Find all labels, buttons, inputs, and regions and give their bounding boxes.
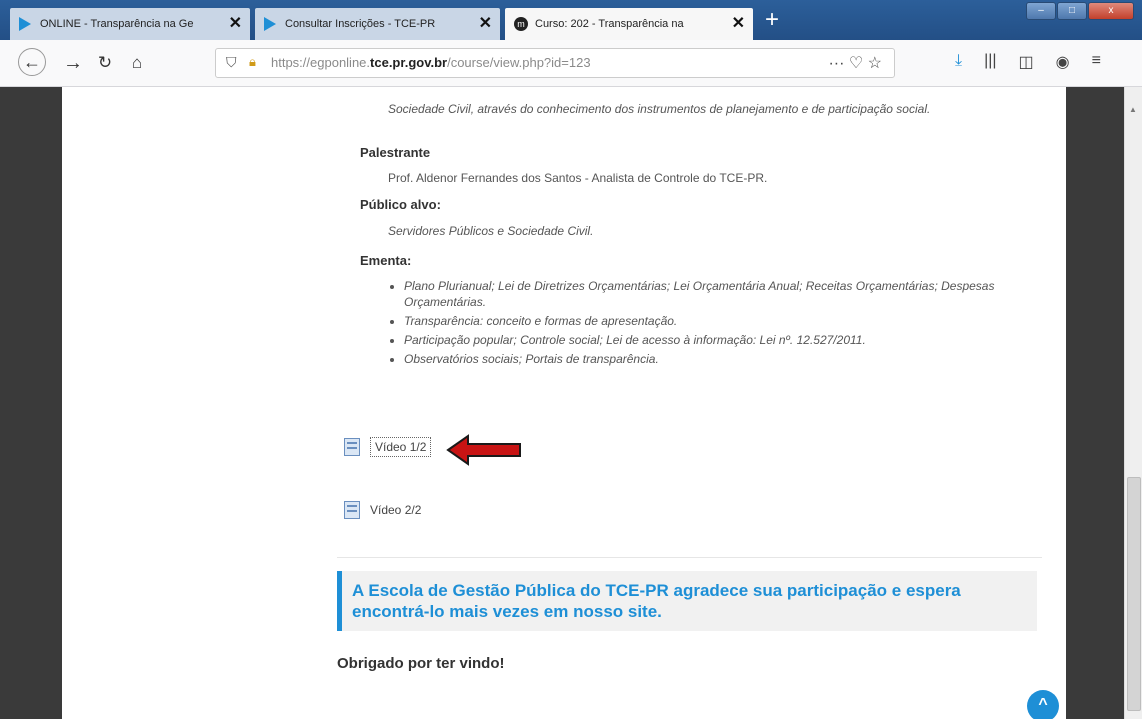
reload-icon[interactable]: ↻ [92, 50, 118, 76]
lock-icon[interactable]: 🔒︎ [249, 54, 256, 70]
moodle-favicon-icon: m [514, 17, 528, 31]
red-arrow-annotation-icon [446, 434, 521, 466]
library-icon[interactable]: ||| [984, 52, 996, 72]
tce-favicon-icon [19, 17, 31, 31]
section-divider [337, 557, 1042, 558]
tab-curso-202[interactable]: m Curso: 202 - Transparência na ✕ [505, 8, 753, 40]
tab-label: ONLINE - Transparência na Ge [40, 18, 194, 30]
tracking-shield-icon[interactable]: ⛉ [226, 54, 237, 71]
tab-label: Consultar Inscrições - TCE-PR [285, 18, 436, 30]
course-page: Sociedade Civil, através do conhecimento… [62, 87, 1066, 719]
course-description: Sociedade Civil, através do conhecimento… [388, 102, 931, 116]
page-gutter-right [1066, 87, 1124, 719]
publico-alvo-text: Servidores Públicos e Sociedade Civil. [388, 224, 594, 238]
ementa-list: Plano Plurianual; Lei de Diretrizes Orça… [388, 278, 1004, 370]
palestrante-text: Prof. Aldenor Fernandes dos Santos - Ana… [388, 171, 768, 185]
resource-video-1[interactable]: Vídeo 1/2 [344, 437, 432, 457]
list-item: Transparência: conceito e formas de apre… [404, 313, 1004, 329]
publico-alvo-heading: Público alvo: [360, 197, 441, 212]
close-icon[interactable]: ✕ [229, 8, 242, 40]
page-actions-icon[interactable]: ··· ♡ ☆ [828, 53, 882, 73]
tab-label: Curso: 202 - Transparência na [535, 18, 684, 30]
window-controls: – □ x [1025, 2, 1134, 20]
back-arrow-icon[interactable]: ← [18, 48, 46, 76]
download-icon[interactable]: ⤓ [955, 52, 962, 72]
resource-link-video-2[interactable]: Vídeo 2/2 [370, 503, 421, 517]
file-icon [344, 438, 360, 456]
tce-favicon-icon [264, 17, 276, 31]
url-text[interactable]: https://egponline.tce.pr.gov.br/course/v… [271, 55, 591, 70]
vertical-scrollbar[interactable]: ▲ [1124, 87, 1142, 719]
back-to-top-button[interactable]: ^ [1027, 690, 1059, 719]
tab-online-transparencia[interactable]: ONLINE - Transparência na Ge ✕ [10, 8, 250, 40]
forward-arrow-icon[interactable]: → [60, 50, 86, 76]
close-icon[interactable]: ✕ [479, 8, 492, 40]
tab-consultar-inscricoes[interactable]: Consultar Inscrições - TCE-PR ✕ [255, 8, 500, 40]
close-icon[interactable]: ✕ [732, 8, 745, 40]
scrollbar-thumb[interactable] [1127, 477, 1141, 711]
toolbar-icons: ⤓ ||| ◫ ◉ ≡ [955, 52, 1101, 72]
account-icon[interactable]: ◉ [1056, 52, 1070, 72]
palestrante-heading: Palestrante [360, 145, 431, 160]
scroll-up-icon[interactable]: ▲ [1129, 105, 1137, 114]
sidebar-icon[interactable]: ◫ [1019, 52, 1034, 72]
resource-link-video-1[interactable]: Vídeo 1/2 [370, 437, 432, 457]
page-gutter-left [0, 87, 62, 719]
browser-navbar: ← → ↻ ⌂ ⛉ 🔒︎ https://egponline.tce.pr.go… [0, 40, 1142, 87]
maximize-button[interactable]: □ [1057, 2, 1087, 20]
list-item: Plano Plurianual; Lei de Diretrizes Orça… [404, 278, 1004, 310]
close-window-button[interactable]: x [1088, 2, 1134, 20]
closing-callout: A Escola de Gestão Pública do TCE-PR agr… [337, 571, 1037, 631]
menu-icon[interactable]: ≡ [1092, 52, 1101, 72]
minimize-button[interactable]: – [1026, 2, 1056, 20]
browser-tab-strip: ONLINE - Transparência na Ge ✕ Consultar… [0, 0, 1142, 40]
home-icon[interactable]: ⌂ [124, 50, 150, 76]
thanks-text: Obrigado por ter vindo! [337, 655, 505, 672]
file-icon [344, 501, 360, 519]
ementa-heading: Ementa: [360, 253, 412, 268]
list-item: Participação popular; Controle social; L… [404, 332, 1004, 348]
list-item: Observatórios sociais; Portais de transp… [404, 351, 1004, 367]
url-bar[interactable]: ⛉ 🔒︎ https://egponline.tce.pr.gov.br/cou… [215, 48, 895, 78]
new-tab-button[interactable]: + [758, 6, 786, 34]
resource-video-2[interactable]: Vídeo 2/2 [344, 501, 421, 519]
